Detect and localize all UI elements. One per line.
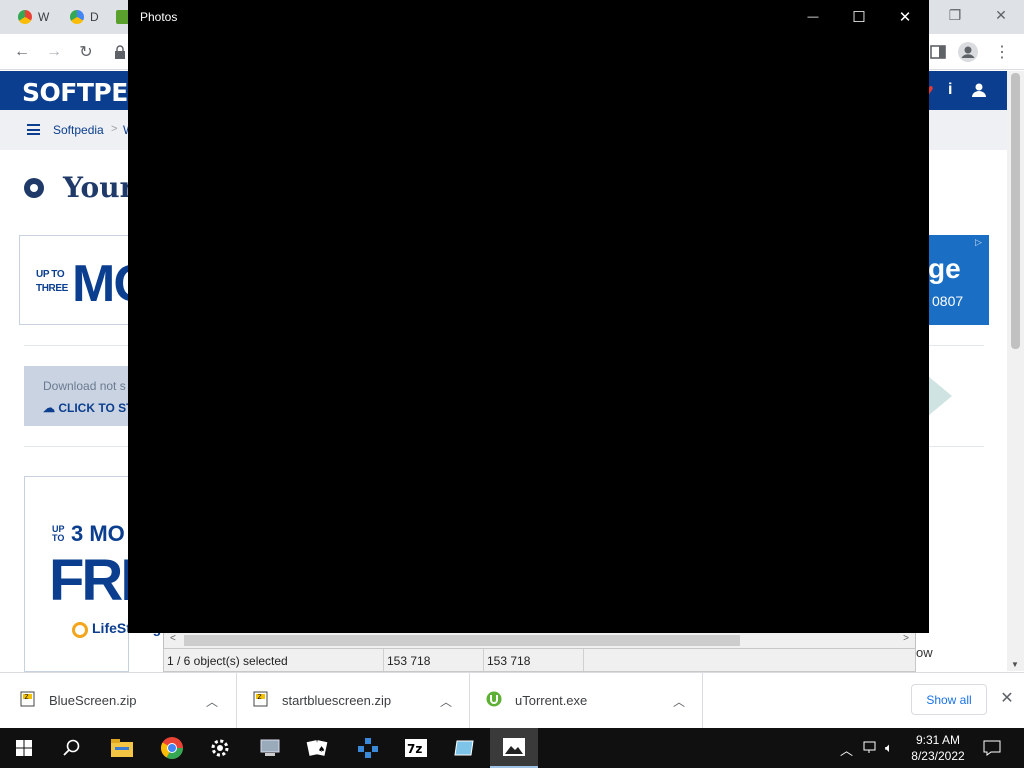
- zip-file-icon: Z: [253, 691, 269, 707]
- adchoices-icon[interactable]: ▷: [975, 237, 987, 249]
- download-note: Download not s: [43, 379, 126, 393]
- search-icon[interactable]: [48, 728, 96, 768]
- status-bar: 1 / 6 object(s) selected 153 718 153 718: [163, 648, 916, 672]
- ad-banner-top[interactable]: UP TO THREE MO: [19, 235, 154, 325]
- browser-close-button[interactable]: ✕: [978, 0, 1024, 30]
- clock[interactable]: 9:31 AM 8/23/2022: [908, 732, 968, 764]
- scroll-down-icon[interactable]: ▼: [1011, 660, 1019, 669]
- clock-date: 8/23/2022: [911, 749, 965, 763]
- notepad-icon[interactable]: [440, 728, 488, 768]
- minimize-button[interactable]: —: [790, 0, 836, 33]
- ad-three-text: 3 MO: [71, 521, 125, 546]
- breadcrumb-separator: >: [111, 123, 118, 135]
- profile-icon[interactable]: [958, 42, 978, 62]
- zip-file-icon: Z: [20, 691, 36, 707]
- svg-text:7z: 7z: [407, 742, 422, 756]
- browser-tab-2[interactable]: D: [60, 0, 108, 34]
- status-selection: 1 / 6 object(s) selected: [164, 649, 384, 671]
- download-shelf: Z BlueScreen.zip ︿ Z startbluescreen.zip…: [0, 672, 1024, 728]
- chrome-icon: [18, 10, 32, 24]
- ad-banner-side[interactable]: UP TO 3 MO FRE LifeStorage: [24, 476, 169, 672]
- back-icon[interactable]: ←: [12, 42, 32, 62]
- ad-banner-top-right[interactable]: ▷ ge 0807: [928, 235, 989, 325]
- chevron-up-icon[interactable]: ︿: [205, 693, 219, 709]
- 7zip-icon[interactable]: 7z: [392, 728, 440, 768]
- download-name: uTorrent.exe: [515, 693, 588, 708]
- power-icon: [24, 178, 44, 198]
- photos-title: Photos: [140, 10, 178, 24]
- lifestorage-logo-icon: [72, 622, 88, 638]
- user-icon[interactable]: [972, 83, 986, 100]
- settings-gear-icon[interactable]: [196, 728, 244, 768]
- ad-upto-text: UP TO: [52, 524, 65, 543]
- svg-text:Z: Z: [25, 694, 29, 701]
- utorrent-icon: [486, 691, 502, 707]
- download-name: BlueScreen.zip: [49, 693, 137, 708]
- show-all-button[interactable]: Show all: [911, 684, 987, 715]
- breadcrumb-root[interactable]: Softpedia: [53, 123, 104, 137]
- download-item[interactable]: uTorrent.exe ︿: [470, 673, 703, 728]
- ad-right-small-text: 0807: [932, 293, 964, 309]
- photos-window[interactable]: Photos — ☐ ✕: [128, 0, 929, 633]
- close-shelf-icon[interactable]: ✕: [997, 688, 1017, 710]
- truncated-text: ow: [916, 645, 933, 660]
- scrollbar-thumb[interactable]: [1011, 73, 1020, 349]
- tab-label: D: [90, 10, 99, 24]
- info-icon[interactable]: i: [948, 81, 952, 99]
- windows-start-icon[interactable]: [0, 728, 48, 768]
- status-size-2: 153 718: [484, 649, 584, 671]
- clock-time: 9:31 AM: [915, 733, 961, 747]
- side-panel-icon[interactable]: [928, 42, 948, 62]
- lock-icon: [110, 42, 130, 62]
- network-icon[interactable]: [863, 740, 879, 757]
- chevron-up-icon[interactable]: ︿: [439, 693, 453, 709]
- download-favicon-icon: [116, 10, 128, 24]
- taskbar: ♠ 7z ︿ 🔈︎ 9:31 AM 8/23/2022: [0, 728, 1024, 768]
- forward-icon[interactable]: →: [44, 42, 64, 62]
- chevron-up-tray-icon[interactable]: ︿: [840, 740, 853, 759]
- scroll-left-icon[interactable]: <: [170, 633, 176, 644]
- file-explorer-icon[interactable]: [98, 728, 146, 768]
- reload-icon[interactable]: ↻: [76, 42, 96, 62]
- download-box[interactable]: Download not s ☁ CLICK TO ST: [24, 366, 133, 426]
- download-name: startbluescreen.zip: [282, 693, 392, 708]
- tab-label: W: [38, 10, 50, 24]
- status-size-1: 153 718: [384, 649, 484, 671]
- browser-restore-button[interactable]: ❐: [932, 0, 978, 30]
- scroll-right-icon[interactable]: >: [903, 633, 909, 644]
- svg-text:♠: ♠: [318, 745, 325, 754]
- download-click-label[interactable]: ☁ CLICK TO ST: [43, 401, 133, 415]
- system-tool-icon[interactable]: [246, 728, 294, 768]
- horizontal-scrollbar[interactable]: < >: [163, 633, 916, 648]
- solitaire-icon[interactable]: ♠: [294, 728, 342, 768]
- google-drive-icon: [70, 10, 84, 24]
- page-title: Your: [63, 171, 135, 204]
- network-app-icon[interactable]: [344, 728, 392, 768]
- chevron-up-icon[interactable]: ︿: [672, 693, 686, 709]
- page-scrollbar[interactable]: ▼: [1007, 71, 1024, 671]
- cloud-download-icon: ☁: [43, 401, 55, 415]
- chrome-taskbar-icon[interactable]: [148, 728, 196, 768]
- next-arrow-icon[interactable]: [928, 376, 952, 416]
- menu-kebab-icon[interactable]: ⋮: [992, 42, 1012, 62]
- download-item[interactable]: Z BlueScreen.zip ︿: [0, 673, 237, 728]
- close-button[interactable]: ✕: [882, 0, 928, 33]
- scrollbar-thumb[interactable]: [184, 635, 740, 646]
- hamburger-menu-icon[interactable]: [27, 124, 40, 135]
- photos-taskbar-icon[interactable]: [490, 728, 538, 768]
- svg-text:Z: Z: [258, 694, 262, 701]
- browser-tab-1[interactable]: W: [8, 0, 60, 34]
- volume-icon[interactable]: 🔈︎: [885, 740, 893, 756]
- ad-small-text: UP TO THREE: [36, 269, 68, 294]
- maximize-button[interactable]: ☐: [836, 0, 882, 33]
- browser-tab-3[interactable]: [112, 0, 128, 34]
- ad-right-big-text: ge: [928, 253, 961, 284]
- notification-icon[interactable]: [983, 740, 1001, 759]
- download-item[interactable]: Z startbluescreen.zip ︿: [237, 673, 470, 728]
